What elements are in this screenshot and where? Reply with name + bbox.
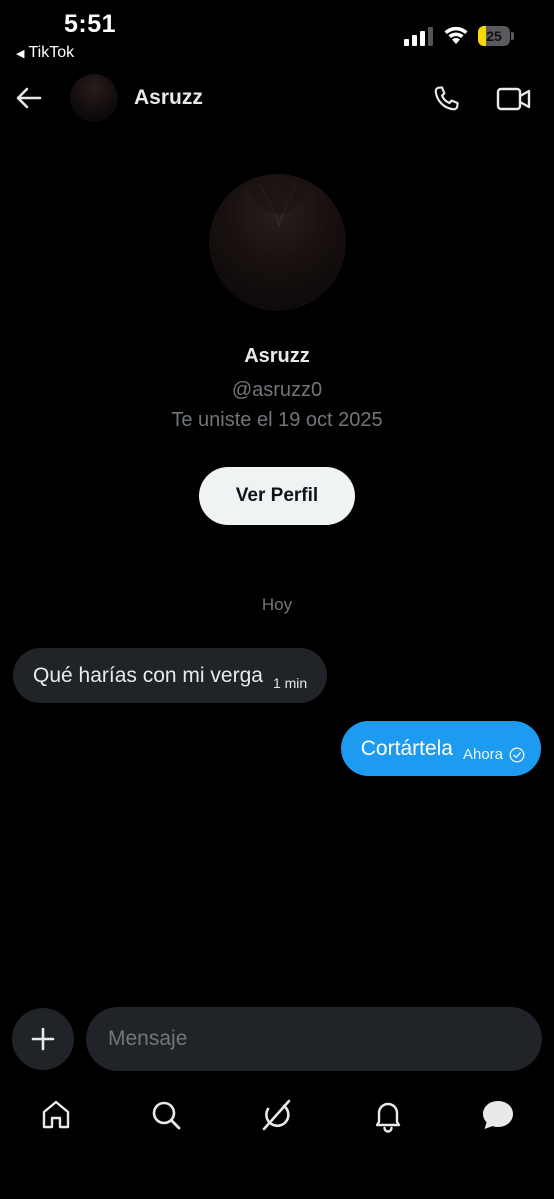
status-bar: 5:51 ◀ TikTok 25	[0, 0, 554, 70]
avatar-photo	[239, 174, 319, 227]
grok-icon	[262, 1099, 291, 1131]
phone-call-icon[interactable]	[430, 83, 462, 115]
incoming-message-bubble[interactable]: Qué harías con mi verga 1 min	[13, 648, 328, 703]
message-time: 1 min	[272, 674, 308, 691]
tab-grok[interactable]	[258, 1097, 294, 1133]
profile-avatar[interactable]	[209, 174, 346, 311]
message-text: Qué harías con mi verga	[33, 663, 263, 687]
conversation-header: Asruzz	[0, 70, 554, 128]
video-call-icon[interactable]	[496, 85, 532, 113]
plus-icon	[31, 1027, 55, 1051]
view-profile-button[interactable]: Ver Perfil	[199, 467, 355, 525]
profile-handle: @asruzz0	[231, 379, 323, 401]
profile-joined-date: Te uniste el 19 oct 2025	[171, 409, 383, 431]
back-triangle-icon: ◀	[16, 47, 25, 60]
messages-icon	[483, 1101, 513, 1129]
battery-level: 25	[486, 28, 502, 44]
header-avatar[interactable]	[70, 74, 118, 122]
tab-search[interactable]	[148, 1097, 184, 1133]
back-app-label: TikTok	[28, 44, 75, 61]
message-text: Cortártela	[360, 736, 453, 760]
tab-home[interactable]	[38, 1097, 74, 1133]
battery-indicator: 25	[478, 26, 514, 46]
outgoing-message-bubble[interactable]: Cortártela Ahora	[340, 721, 541, 776]
header-contact-name[interactable]: Asruzz	[134, 86, 203, 110]
cellular-signal-icon	[404, 27, 433, 46]
home-icon	[42, 1100, 70, 1129]
add-attachment-button[interactable]	[12, 1008, 74, 1070]
profile-display-name: Asruzz	[244, 345, 310, 367]
message-time: Ahora	[462, 746, 503, 763]
check-circle-icon	[509, 747, 525, 762]
back-arrow-icon[interactable]	[14, 83, 44, 113]
wifi-icon	[444, 26, 468, 44]
tab-notifications[interactable]	[370, 1097, 406, 1133]
back-to-app-link[interactable]: ◀ TikTok	[16, 44, 74, 62]
tab-messages[interactable]	[480, 1097, 516, 1133]
message-input[interactable]	[86, 1007, 542, 1071]
status-time: 5:51	[64, 10, 117, 38]
date-separator: Hoy	[261, 595, 293, 614]
bell-icon	[375, 1102, 401, 1133]
search-icon	[152, 1101, 181, 1130]
